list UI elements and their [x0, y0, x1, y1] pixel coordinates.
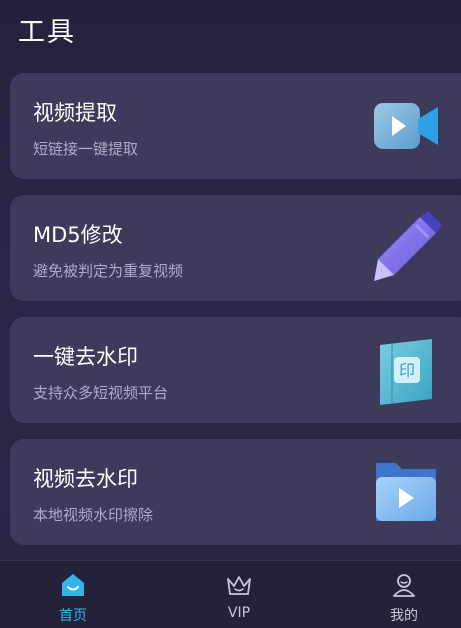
- nav-label: VIP: [227, 605, 251, 621]
- card-title: MD5修改: [33, 223, 123, 247]
- card-subtitle: 支持众多短视频平台: [33, 384, 169, 402]
- nav-label: 我的: [390, 608, 418, 624]
- card-subtitle: 本地视频水印擦除: [33, 506, 154, 524]
- user-icon: [393, 574, 415, 597]
- nav-label: 首页: [59, 608, 87, 624]
- nav-vip[interactable]: VIP: [199, 571, 279, 621]
- card-title: 视频去水印: [33, 467, 138, 491]
- card-subtitle: 避免被判定为重复视频: [33, 262, 184, 280]
- svg-text:印: 印: [399, 361, 415, 380]
- card-title: 视频提取: [33, 101, 117, 125]
- card-title: 一键去水印: [33, 345, 138, 369]
- tools-page: 工具 视频提取 短链接一键提取 MD5修改 避免被判定为重复视频 一键去水印 支…: [0, 0, 461, 628]
- card-video-watermark[interactable]: 视频去水印 本地视频水印擦除: [10, 439, 461, 545]
- stamp-map-icon: 印: [380, 339, 432, 405]
- home-icon: [62, 574, 84, 596]
- bottom-nav: 首页 VIP 我的: [0, 560, 461, 628]
- card-video-extract[interactable]: 视频提取 短链接一键提取: [10, 73, 461, 179]
- nav-mine[interactable]: 我的: [364, 571, 444, 625]
- nav-home[interactable]: 首页: [33, 571, 113, 625]
- card-subtitle: 短链接一键提取: [33, 140, 139, 158]
- card-md5-modify[interactable]: MD5修改 避免被判定为重复视频: [10, 195, 461, 301]
- page-title: 工具: [18, 17, 76, 48]
- video-camera-icon: [374, 103, 438, 149]
- crown-icon: [227, 576, 251, 595]
- pencil-icon: [374, 211, 442, 281]
- card-one-click-watermark[interactable]: 一键去水印 支持众多短视频平台 印: [10, 317, 461, 423]
- video-folder-icon: [376, 463, 436, 521]
